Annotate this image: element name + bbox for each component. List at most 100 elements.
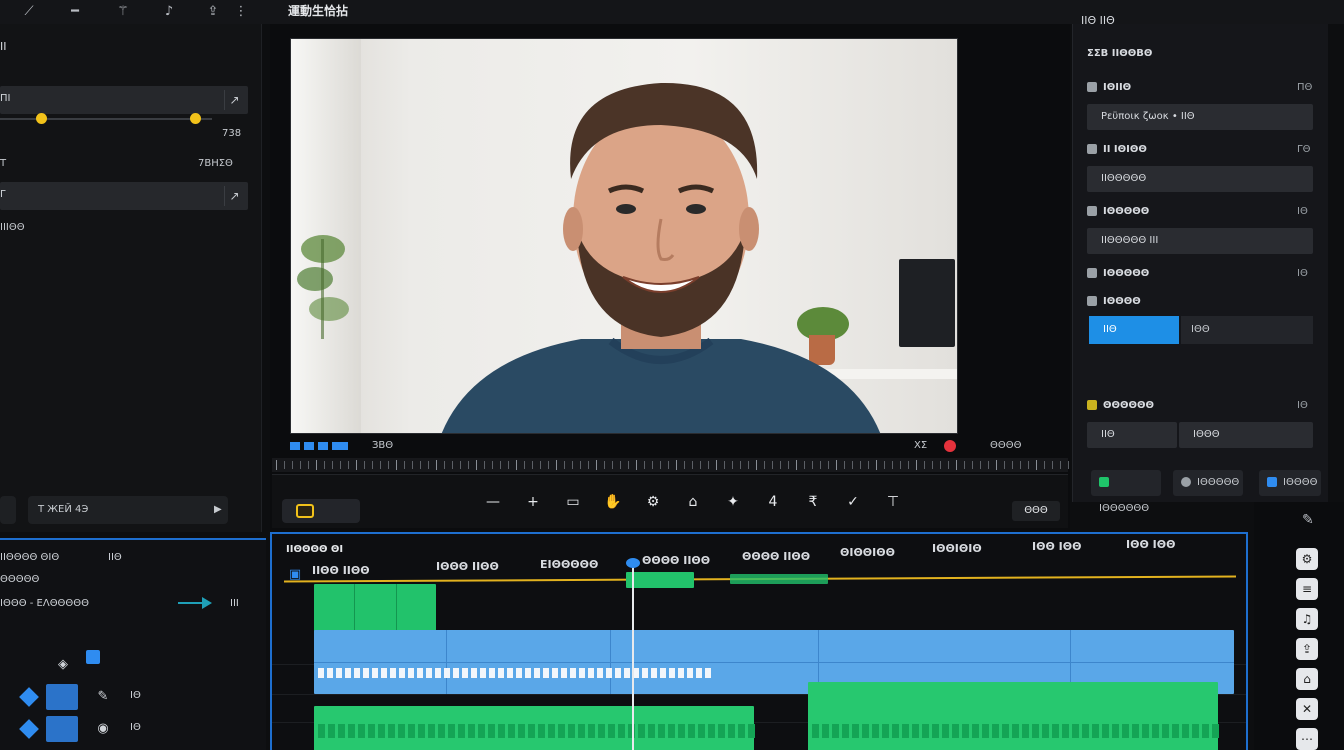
keyframe-icon[interactable]: [19, 719, 39, 739]
music-note-icon[interactable]: ♪: [158, 2, 180, 20]
waveform-bar: [1172, 724, 1179, 738]
pen-icon[interactable]: ✎: [92, 686, 114, 708]
lock-icon[interactable]: ◉: [92, 718, 114, 740]
section-2-field[interactable]: ΙΙΘΘΘΘΘ: [1087, 166, 1313, 192]
waveform-bar: [428, 724, 435, 738]
waveform-bar: [608, 724, 615, 738]
trash-icon[interactable]: ✕: [1296, 698, 1318, 720]
section-3-field[interactable]: ΙΙΘΘΘΘΘ ΙΙΙ: [1087, 228, 1313, 254]
expand-icon[interactable]: ↗: [224, 186, 244, 206]
scrubber-tick: [780, 461, 781, 469]
currency-icon[interactable]: ₹: [800, 491, 826, 513]
add-icon[interactable]: +: [520, 491, 546, 513]
blend-mode-button[interactable]: ΙΙΘ: [1089, 316, 1179, 344]
property-row-1[interactable]: ΠΙ ↗: [0, 86, 248, 114]
blend-mode-value[interactable]: ΙΘΘ: [1181, 316, 1313, 344]
scrubber-tick: [996, 460, 997, 470]
home-icon[interactable]: ⌂: [680, 491, 706, 513]
section-3[interactable]: ΙΘΘΘΘΘ ΙΘ: [1087, 206, 1308, 217]
reset-button[interactable]: ΙΘΘΘΘΘ: [1173, 470, 1243, 496]
keyframe-icon[interactable]: [19, 687, 39, 707]
section-6-field-right[interactable]: ΙΘΘΘ: [1179, 422, 1313, 448]
slider-knob-left[interactable]: [36, 113, 47, 124]
property-row-3[interactable]: Γ ↗: [0, 182, 248, 210]
export-icon[interactable]: ⇪: [202, 2, 224, 20]
more-icon[interactable]: ⋯: [1296, 728, 1318, 750]
track-color-icon[interactable]: [86, 650, 100, 664]
minus-icon[interactable]: —: [480, 491, 506, 513]
record-label: ΘΘΘΘ: [990, 440, 1022, 451]
solo-toggle[interactable]: [46, 716, 78, 742]
brush-icon[interactable]: ⟋: [18, 2, 40, 20]
check-icon[interactable]: ✓: [840, 491, 866, 513]
playhead-handle[interactable]: [626, 558, 640, 568]
video-clip[interactable]: [626, 572, 694, 588]
timeline[interactable]: ΙΙΘΘΘΘ ΘΙ ▣ ΙΙΘΘ ΙΙΘΘ ΙΘΘΘ ΙΙΘΘ ΕΙΘΘΘΘΘ …: [270, 532, 1248, 750]
edit-icon[interactable]: ✎: [1302, 512, 1314, 528]
section-label: ΘΘΘΘΘΘ: [1103, 400, 1155, 411]
effects-icon[interactable]: ✦: [720, 491, 746, 513]
settings-icon[interactable]: ⚙: [1296, 548, 1318, 570]
more-button[interactable]: ΙΘΘΘΘ: [1259, 470, 1321, 496]
section-2[interactable]: ΙΙ ΙΘΙΘΘ ΓΘ: [1087, 144, 1310, 155]
magic-wand-icon[interactable]: ⚚: [112, 2, 134, 20]
music-clip[interactable]: [808, 682, 1219, 750]
playhead[interactable]: [632, 562, 634, 750]
highlight-tool-button[interactable]: [282, 499, 360, 523]
waveform-bar: [718, 724, 725, 738]
scrubber-tick: [964, 461, 965, 469]
split-icon[interactable]: ⊤: [880, 491, 906, 513]
section-4[interactable]: ΙΘΘΘΘΘ ΙΘ: [1087, 268, 1308, 279]
waveform-bar: [658, 724, 665, 738]
section-6-field-left[interactable]: ΙΙΘ: [1087, 422, 1177, 448]
pen-icon[interactable]: ━: [64, 2, 86, 20]
scrubber-tick: [412, 461, 413, 469]
crop-icon[interactable]: ▭: [560, 491, 586, 513]
layers-icon[interactable]: ≡: [1296, 578, 1318, 600]
more-vertical-icon[interactable]: ⋮: [230, 2, 252, 20]
scrubber-tick: [772, 461, 773, 469]
play-icon[interactable]: ▶: [214, 504, 222, 515]
section-6[interactable]: ΘΘΘΘΘΘ ΙΘ: [1087, 400, 1308, 411]
zoom-indicator[interactable]: [318, 442, 328, 450]
waveform-bar: [615, 668, 621, 678]
waveform-bar: [624, 668, 630, 678]
apply-button-label: ΙΘΘΘΘΘΘ: [1099, 503, 1150, 514]
zoom-indicator[interactable]: [304, 442, 314, 450]
preview-scrubber[interactable]: [272, 458, 1069, 472]
mute-toggle[interactable]: [46, 684, 78, 710]
music-clip[interactable]: [314, 706, 755, 750]
property-slider[interactable]: [0, 113, 212, 124]
property-section-label: ΙΙΙΘΘ: [0, 222, 25, 233]
scrubber-tick: [1068, 461, 1069, 469]
slider-knob-right[interactable]: [190, 113, 201, 124]
settings-icon[interactable]: ⚙: [640, 491, 666, 513]
audio-icon[interactable]: ♫: [1296, 608, 1318, 630]
video-preview[interactable]: [290, 38, 958, 434]
section-5[interactable]: ΙΘΘΘΘ: [1087, 296, 1141, 307]
expand-icon[interactable]: ↗: [224, 90, 244, 110]
text-tool-icon[interactable]: 4: [760, 491, 786, 513]
export-icon[interactable]: ⇪: [1296, 638, 1318, 660]
scrubber-tick: [556, 460, 557, 470]
footer-preset-button[interactable]: Т ЖЕЙ 4Э: [28, 496, 228, 524]
calendar-icon[interactable]: ▣: [284, 564, 306, 586]
scrubber-tick: [980, 461, 981, 469]
record-icon[interactable]: [944, 440, 956, 452]
hand-icon[interactable]: ✋: [600, 491, 626, 513]
lock-icon[interactable]: ⌂: [1296, 668, 1318, 690]
track-label: ΙΘ: [130, 722, 141, 733]
top-bar: ⟋ ━ ⚚ ♪ ⇪ ⋮ 運動生恰拈: [0, 0, 1344, 24]
scrubber-tick: [884, 461, 885, 469]
section-1-field[interactable]: Ρεϋποικ ζωοκ • ΙΙΘ: [1087, 104, 1313, 130]
scrubber-tick: [732, 461, 733, 469]
output-button[interactable]: ΘΘΘ: [1012, 501, 1060, 521]
video-clip[interactable]: [730, 574, 828, 584]
footer-toggle[interactable]: [0, 496, 16, 524]
ruler-label: ΙΘΘ ΙΘΘ: [1032, 540, 1082, 553]
zoom-indicator[interactable]: [332, 442, 348, 450]
section-1[interactable]: ΙΘΙΙΘ ΠΘ: [1087, 82, 1312, 93]
zoom-indicator[interactable]: [290, 442, 300, 450]
apply-button[interactable]: ΙΘΘΘΘΘΘ: [1091, 470, 1161, 514]
audio-wave-icon[interactable]: ◈: [52, 654, 74, 676]
